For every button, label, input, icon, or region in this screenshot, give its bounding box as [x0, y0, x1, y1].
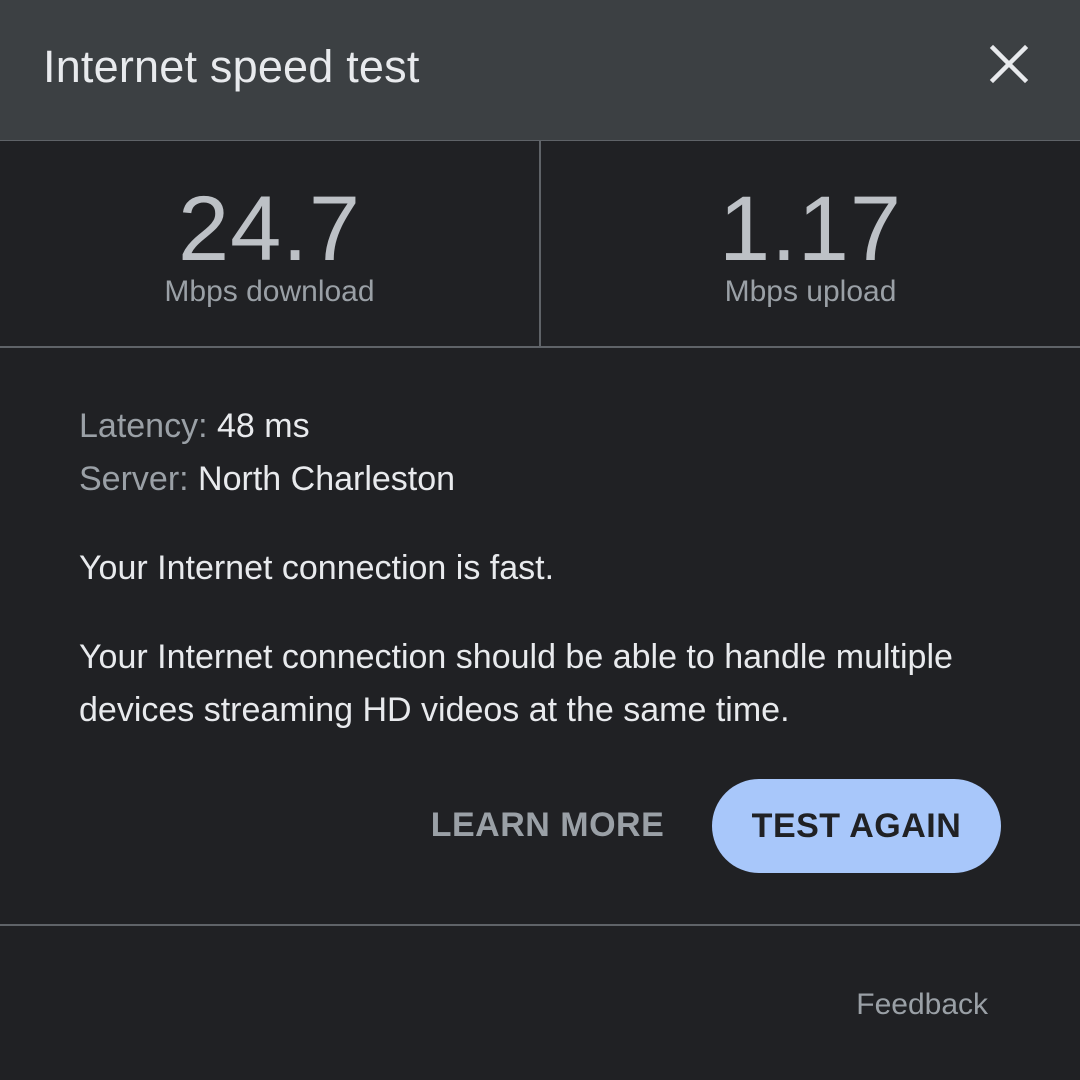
- close-icon: [989, 44, 1029, 84]
- server-label: Server:: [79, 460, 189, 498]
- footer-divider: [0, 924, 1080, 926]
- close-button[interactable]: [978, 33, 1040, 95]
- server-value: North Charleston: [198, 460, 456, 498]
- speed-results: 24.7 Mbps download 1.17 Mbps upload: [0, 141, 1080, 348]
- connection-description: Your Internet connection should be able …: [79, 638, 953, 729]
- test-again-button[interactable]: TEST AGAIN: [712, 779, 1001, 873]
- test-details: Latency: 48 ms Server: North Charleston: [79, 400, 1019, 506]
- latency-value: 48 ms: [216, 407, 310, 445]
- upload-speed-value: 1.17: [718, 178, 903, 280]
- latency-row: Latency: 48 ms: [79, 400, 1019, 453]
- upload-speed-label: Mbps upload: [724, 275, 897, 308]
- server-row: Server: North Charleston: [79, 453, 1019, 506]
- learn-more-button[interactable]: LEARN MORE: [420, 790, 675, 860]
- panel-title: Internet speed test: [43, 41, 420, 92]
- feedback-link[interactable]: Feedback: [856, 985, 988, 1025]
- download-result: 24.7 Mbps download: [0, 141, 539, 346]
- download-speed-label: Mbps download: [164, 275, 375, 308]
- panel-header: Internet speed test: [0, 0, 1080, 141]
- connection-summary: Your Internet connection is fast.: [79, 549, 555, 587]
- upload-result: 1.17 Mbps upload: [541, 141, 1080, 346]
- download-speed-value: 24.7: [177, 178, 362, 280]
- speed-test-panel: Internet speed test 24.7 Mbps download 1…: [0, 0, 1080, 1080]
- latency-label: Latency:: [79, 407, 208, 445]
